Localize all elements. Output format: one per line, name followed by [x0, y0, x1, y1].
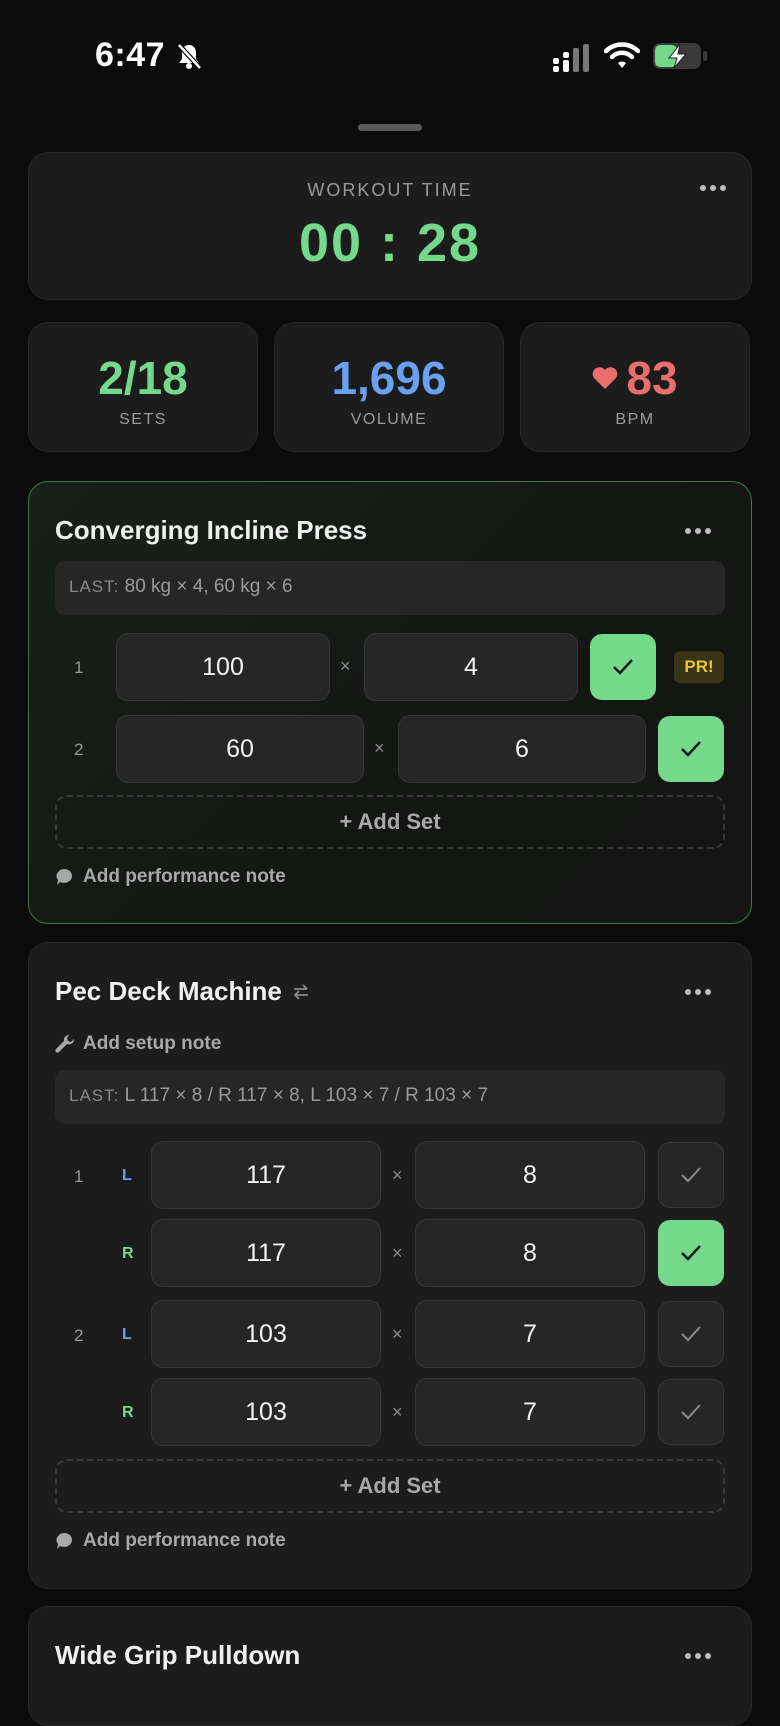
workout-time-value: 00 : 28 [298, 213, 482, 273]
timer-more-icon[interactable] [700, 184, 730, 192]
last-label: LAST: [69, 1086, 120, 1105]
weight-input[interactable]: 100 [116, 633, 330, 701]
checkmark-icon [681, 741, 701, 757]
checkmark-icon [681, 1404, 701, 1420]
battery-charging-icon [653, 43, 707, 69]
set-number: 2 [74, 1326, 84, 1345]
bell-slash-icon [177, 43, 202, 70]
swap-icon[interactable] [292, 983, 310, 1000]
sheet-grabber[interactable] [358, 124, 422, 131]
checkmark-icon [681, 1326, 701, 1342]
checkmark-icon [681, 1245, 701, 1261]
sets-value: 2/18 [98, 352, 188, 404]
cellular-signal-icon [553, 44, 589, 72]
times-sign: × [392, 1324, 403, 1344]
status-time: 6:47 [95, 36, 166, 74]
reps-input[interactable]: 4 [364, 633, 578, 701]
checkmark-icon [613, 659, 633, 675]
exercise-more-icon[interactable] [685, 1652, 715, 1660]
last-values: 80 kg × 4, 60 kg × 6 [124, 576, 293, 597]
bpm-value: 83 [626, 352, 678, 404]
exercise-title[interactable]: Pec Deck Machine [55, 976, 282, 1007]
reps-input[interactable]: 8 [415, 1141, 645, 1209]
weight-input[interactable]: 103 [151, 1378, 381, 1446]
side-left-label: L [122, 1167, 132, 1184]
last-label: LAST: [69, 577, 120, 596]
volume-value: 1,696 [331, 352, 447, 404]
weight-input[interactable]: 117 [151, 1219, 381, 1287]
status-bar: 6:47 [0, 0, 780, 115]
last-values: L 117 × 8 / R 117 × 8, L 103 × 7 / R 103… [124, 1085, 489, 1106]
add-set-button[interactable]: + Add Set [55, 1459, 725, 1513]
reps-input[interactable]: 7 [415, 1300, 645, 1368]
set-number: 1 [74, 1167, 84, 1186]
pr-badge: PR! [674, 651, 724, 683]
side-right-label: R [122, 1404, 134, 1421]
set-number: 2 [74, 740, 84, 759]
note-label: Add performance note [83, 1530, 286, 1551]
exercise-more-icon[interactable] [685, 527, 715, 535]
set-complete-checkbox[interactable] [658, 1301, 724, 1367]
reps-input[interactable]: 7 [415, 1378, 645, 1446]
wifi-icon [604, 42, 640, 68]
sets-stat-card: 2/18 SETS [28, 322, 258, 452]
checkmark-icon [681, 1167, 701, 1183]
last-performance: LAST: 80 kg × 4, 60 kg × 6 [55, 561, 725, 615]
reps-input[interactable]: 6 [398, 715, 646, 783]
times-sign: × [392, 1402, 403, 1422]
speech-bubble-icon [56, 868, 73, 885]
bpm-label: BPM [615, 411, 655, 428]
reps-input[interactable]: 8 [415, 1219, 645, 1287]
set-complete-checkbox[interactable] [658, 1142, 724, 1208]
exercise-more-icon[interactable] [685, 988, 715, 996]
add-performance-note-button[interactable]: Add performance note [55, 866, 286, 888]
times-sign: × [374, 738, 385, 758]
weight-input[interactable]: 103 [151, 1300, 381, 1368]
last-performance: LAST: L 117 × 8 / R 117 × 8, L 103 × 7 /… [55, 1070, 725, 1124]
set-complete-checkbox[interactable] [590, 634, 656, 700]
times-sign: × [340, 656, 351, 676]
speech-bubble-icon [56, 1532, 73, 1549]
wrench-icon [55, 1034, 75, 1053]
volume-label: VOLUME [350, 411, 428, 428]
times-sign: × [392, 1243, 403, 1263]
bpm-stat-card: 83 BPM [520, 322, 750, 452]
note-label: Add performance note [83, 866, 286, 887]
exercise-card-converging-incline-press [28, 481, 752, 924]
side-left-label: L [122, 1326, 132, 1343]
set-complete-checkbox[interactable] [658, 1220, 724, 1286]
volume-stat-card: 1,696 VOLUME [274, 322, 504, 452]
set-number: 1 [74, 658, 84, 677]
times-sign: × [392, 1165, 403, 1185]
sets-label: SETS [119, 411, 167, 428]
exercise-title[interactable]: Converging Incline Press [55, 515, 367, 546]
set-complete-checkbox[interactable] [658, 716, 724, 782]
weight-input[interactable]: 117 [151, 1141, 381, 1209]
setup-note-label: Add setup note [83, 1033, 222, 1054]
add-set-button[interactable]: + Add Set [55, 795, 725, 849]
heart-icon [593, 367, 618, 389]
exercise-title[interactable]: Wide Grip Pulldown [55, 1640, 300, 1671]
add-performance-note-button[interactable]: Add performance note [55, 1530, 286, 1552]
workout-time-label: WORKOUT TIME [307, 180, 473, 200]
set-complete-checkbox[interactable] [658, 1379, 724, 1445]
side-right-label: R [122, 1245, 134, 1262]
add-setup-note-button[interactable]: Add setup note [55, 1033, 221, 1055]
weight-input[interactable]: 60 [116, 715, 364, 783]
